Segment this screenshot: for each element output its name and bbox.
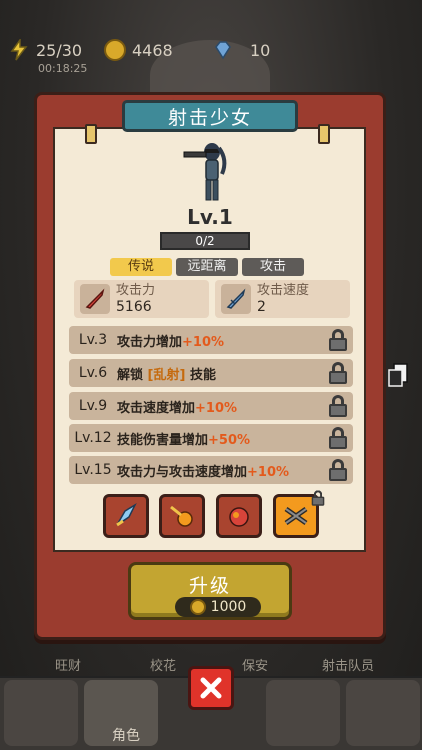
nav-locked-tab[interactable]: [346, 680, 420, 746]
perk-level: Lv.15: [74, 462, 112, 478]
close-icon: [200, 677, 222, 699]
xp-progress-bar: 0/2: [160, 232, 250, 250]
character-name-label[interactable]: 校花: [150, 655, 176, 674]
fire-shot-skill-icon: [170, 505, 193, 527]
rarity-tag: 传说: [110, 258, 172, 276]
gem-counter: 10: [212, 38, 292, 62]
blue-sword-icon: [221, 284, 251, 314]
character-name-label[interactable]: 保安: [242, 655, 268, 674]
attack-speed-value: 2: [257, 299, 266, 315]
nav-chest-tab[interactable]: [266, 680, 340, 746]
attack-value: 5166: [116, 299, 152, 315]
coin-value: 4468: [132, 40, 173, 60]
perk-text: 攻击力增加: [117, 334, 183, 350]
coin-icon: [104, 39, 126, 61]
perk-level: Lv.6: [78, 365, 108, 381]
lock-icon: [311, 490, 325, 506]
perk-text: 技能伤害量增加: [117, 432, 209, 448]
paper-pin-right: [318, 124, 330, 144]
paper-pin-left: [85, 124, 97, 144]
upgrade-button[interactable]: 升级 1000: [128, 562, 292, 620]
perk-level: Lv.9: [78, 398, 108, 414]
energy-value: 25/30: [36, 40, 83, 60]
perk-row: Lv.12 技能伤害量增加+50%: [69, 424, 353, 452]
lightning-icon: [10, 39, 28, 61]
shooter-girl-portrait: [183, 143, 227, 201]
xp-value: 0/2: [195, 234, 215, 248]
lock-icon: [329, 395, 347, 417]
character-name-label[interactable]: 射击队员: [322, 655, 374, 674]
fire-shot-skill-button[interactable]: [159, 494, 205, 538]
range-tag: 远距离: [176, 258, 238, 276]
role-tag: 攻击: [242, 258, 304, 276]
gem-icon: [215, 41, 231, 60]
nav-shop-tab[interactable]: [4, 680, 78, 746]
crossed-guns-skill-icon: [284, 506, 308, 526]
lock-icon: [329, 427, 347, 449]
perk-text: 攻击力与攻击速度增加: [117, 464, 248, 480]
perk-level: Lv.12: [74, 430, 112, 446]
upgrade-cost: 1000: [175, 597, 261, 617]
gem-value: 10: [250, 40, 271, 60]
coin-icon: [189, 599, 206, 615]
perk-row: Lv.15 攻击力与攻击速度增加+10%: [69, 456, 353, 484]
nav-role-label: 角色: [112, 728, 140, 744]
perk-text: 技能: [189, 367, 216, 383]
swap-icon[interactable]: [386, 362, 410, 388]
perk-bonus: +10%: [195, 400, 238, 416]
energy-counter: 25/30: [8, 38, 100, 62]
upgrade-label: 升级: [188, 575, 231, 597]
perk-row: Lv.3 攻击力增加+10%: [69, 326, 353, 354]
ice-shard-skill-button[interactable]: [103, 494, 149, 538]
character-tags: 传说 远距离 攻击: [110, 258, 304, 276]
perk-text: 解锁: [117, 367, 144, 383]
perk-bonus: +10%: [247, 464, 290, 480]
attack-speed-label: 攻击速度: [257, 283, 310, 298]
explosion-skill-icon: [229, 507, 249, 527]
red-sword-icon: [80, 284, 110, 314]
perk-row: Lv.9 攻击速度增加+10%: [69, 392, 353, 420]
lock-icon: [329, 459, 347, 481]
attack-label: 攻击力: [116, 283, 156, 298]
character-title: 射击少女: [122, 100, 298, 132]
close-button[interactable]: [188, 666, 234, 710]
explosion-skill-button[interactable]: [216, 494, 262, 538]
energy-timer: 00:18:25: [38, 62, 88, 75]
attack-stat: 攻击力 5166: [74, 280, 209, 318]
perk-skill-name: [乱射]: [147, 367, 186, 383]
perk-level: Lv.3: [78, 332, 108, 348]
perk-row: Lv.6 解锁 [乱射] 技能: [69, 359, 353, 387]
upgrade-cost-value: 1000: [210, 599, 247, 615]
ice-shard-skill-icon: [116, 503, 137, 527]
perk-bonus: +50%: [208, 432, 251, 448]
lock-icon: [329, 362, 347, 384]
coin-counter: 4468: [104, 38, 194, 62]
character-level: Lv.1: [187, 205, 233, 229]
character-name-label[interactable]: 旺财: [55, 655, 81, 674]
attack-speed-stat: 攻击速度 2: [215, 280, 350, 318]
lock-icon: [329, 329, 347, 351]
perk-text: 攻击速度增加: [117, 400, 196, 416]
perk-bonus: +10%: [182, 334, 225, 350]
